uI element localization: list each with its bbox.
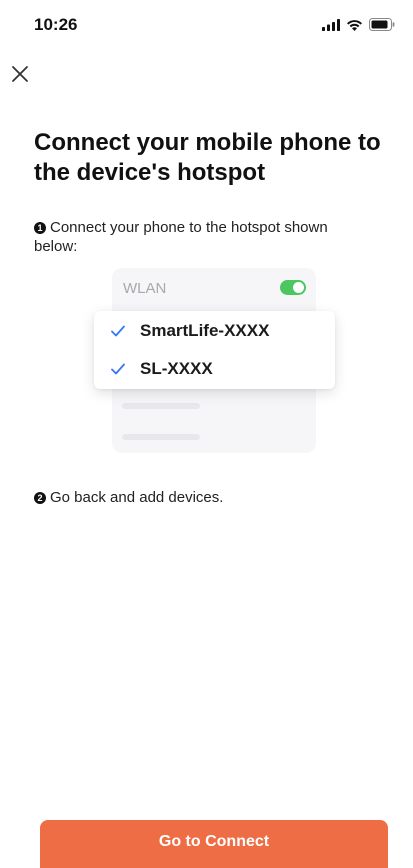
network-item: SmartLife-XXXX bbox=[94, 316, 335, 346]
placeholder-line bbox=[122, 434, 200, 440]
step-2: 2 Go back and add devices. bbox=[34, 488, 374, 507]
go-to-connect-button[interactable]: Go to Connect bbox=[40, 820, 388, 868]
wifi-icon bbox=[347, 19, 362, 31]
wlan-label: WLAN bbox=[123, 280, 167, 297]
signal-icon bbox=[322, 18, 340, 31]
step-2-text: Go back and add devices. bbox=[50, 489, 224, 506]
step-1: 1 Connect your phone to the hotspot shown… bbox=[34, 218, 374, 256]
network-name: SL-XXXX bbox=[140, 359, 213, 378]
network-list-popup: SmartLife-XXXX SL-XXXX bbox=[94, 311, 335, 389]
network-item: SL-XXXX bbox=[94, 354, 335, 384]
close-button[interactable] bbox=[8, 62, 32, 86]
step-number-2: 2 bbox=[34, 492, 46, 504]
wlan-toggle bbox=[280, 280, 306, 295]
status-icons bbox=[322, 18, 395, 31]
battery-icon bbox=[369, 18, 395, 31]
network-name: SmartLife-XXXX bbox=[140, 321, 270, 340]
step-number-1: 1 bbox=[34, 222, 46, 234]
checkmark-icon bbox=[111, 363, 125, 375]
status-bar: 10:26 bbox=[0, 0, 413, 52]
close-icon bbox=[12, 66, 28, 82]
checkmark-icon bbox=[111, 325, 125, 337]
page-title: Connect your mobile phone to the device'… bbox=[34, 129, 381, 186]
placeholder-line bbox=[122, 403, 200, 409]
step-1-text: Connect your phone to the hotspot shown … bbox=[34, 219, 328, 255]
status-time: 10:26 bbox=[34, 15, 78, 34]
